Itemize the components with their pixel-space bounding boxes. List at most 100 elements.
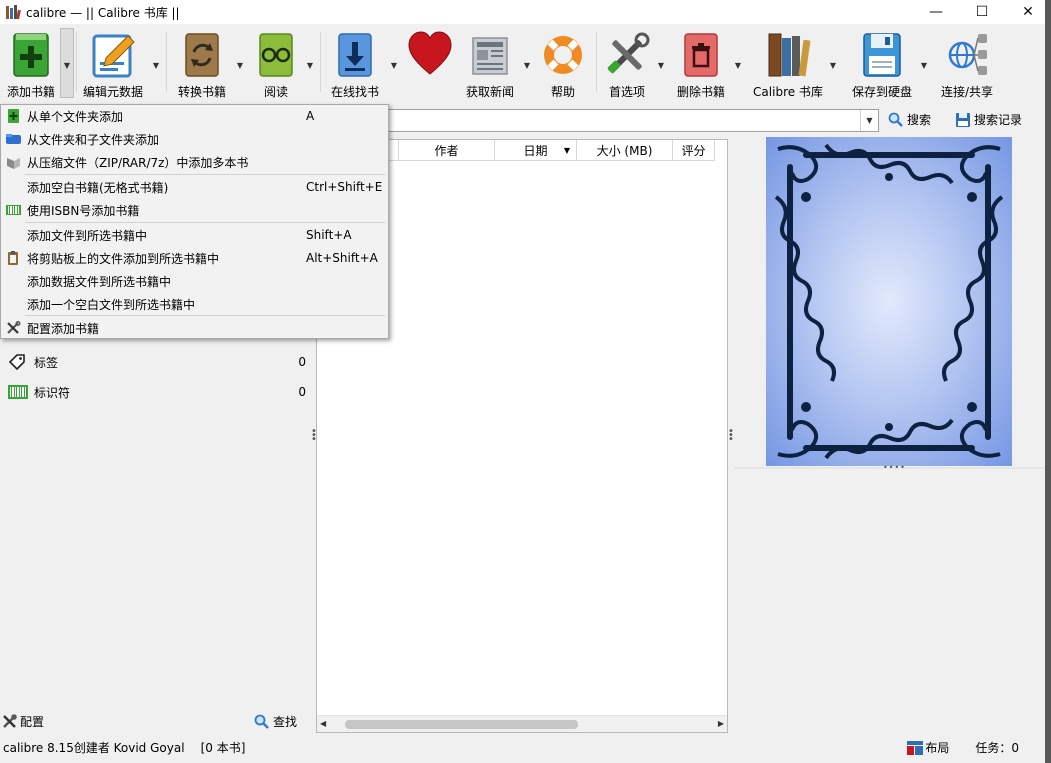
tag-browser-label-tags: 标签 bbox=[34, 355, 59, 370]
remove-books-label: 删除书籍 bbox=[676, 85, 725, 99]
convert-book-dropdown-arrow[interactable]: ▼ bbox=[235, 60, 245, 70]
calibre-logo-icon bbox=[6, 5, 21, 20]
library-books-icon bbox=[768, 33, 811, 77]
fetch-news-button[interactable]: 获取新闻 bbox=[462, 26, 518, 102]
configure-tag-browser-button[interactable]: 配置 bbox=[2, 713, 44, 730]
menu-item-add-empty-book[interactable]: 添加空白书籍(无格式书籍) Ctrl+Shift+E bbox=[1, 176, 388, 198]
scroll-right-icon[interactable]: ▶ bbox=[718, 719, 724, 728]
find-books-online-button[interactable]: 在线找书 bbox=[326, 26, 384, 102]
status-version-text: calibre 8.15创建者 Kovid Goyal bbox=[3, 740, 185, 755]
saved-searches-label: 搜索记录 bbox=[974, 113, 1023, 127]
menu-item-add-from-clipboard[interactable]: 将剪贴板上的文件添加到所选书籍中 Alt+Shift+A bbox=[1, 247, 388, 269]
edit-metadata-button[interactable]: 编辑元数据 bbox=[80, 26, 146, 102]
convert-book-button[interactable]: 转换书籍 bbox=[172, 26, 232, 102]
fetch-news-dropdown-arrow[interactable]: ▼ bbox=[522, 60, 532, 70]
menu-item-add-from-single-folder[interactable]: 从单个文件夹添加 A bbox=[1, 105, 388, 127]
remove-books-dropdown-arrow[interactable]: ▼ bbox=[733, 60, 743, 70]
save-to-disk-label: 保存到硬盘 bbox=[851, 85, 912, 99]
read-book-button[interactable]: 阅读 bbox=[250, 26, 302, 102]
add-green-icon bbox=[8, 109, 19, 123]
menu-item-configure-add-books[interactable]: 配置添加书籍 bbox=[1, 317, 388, 339]
column-header-rating[interactable]: 评分 bbox=[673, 140, 715, 161]
menu-item-add-empty-file[interactable]: 添加一个空白文件到所选书籍中 bbox=[1, 293, 388, 315]
donate-heart-button[interactable] bbox=[404, 26, 456, 102]
search-button-label: 搜索 bbox=[907, 113, 932, 127]
find-in-tag-browser-button[interactable]: 查找 bbox=[254, 713, 297, 730]
menu-item-add-by-isbn[interactable]: 使用ISBN号添加书籍 bbox=[1, 199, 388, 221]
left-splitter-handle[interactable]: • • • bbox=[311, 427, 317, 445]
add-book-button[interactable]: 添加书籍 bbox=[2, 26, 60, 102]
menu-item-add-files-to-selected[interactable]: 添加文件到所选书籍中 Shift+A bbox=[1, 224, 388, 246]
tag-browser-item-tags[interactable]: 标签 0 bbox=[8, 351, 310, 373]
preferences-tools-icon bbox=[607, 32, 650, 74]
news-icon bbox=[472, 37, 508, 75]
configure-label: 配置 bbox=[20, 715, 45, 729]
find-label: 查找 bbox=[273, 715, 298, 729]
calibre-library-button[interactable]: Calibre 书库 bbox=[750, 26, 826, 102]
tag-browser-footer: 配置 查找 bbox=[0, 709, 313, 733]
column-header-date[interactable]: 日期 ▼ bbox=[495, 140, 577, 161]
convert-book-label: 转换书籍 bbox=[177, 85, 226, 99]
edit-metadata-dropdown-arrow[interactable]: ▼ bbox=[151, 60, 161, 70]
saved-searches-button[interactable]: 搜索记录 bbox=[955, 111, 1022, 128]
sort-arrow-icon: ▼ bbox=[563, 145, 570, 155]
search-icon bbox=[888, 112, 903, 127]
preferences-button[interactable]: 首选项 bbox=[600, 26, 654, 102]
tag-browser-label-identifiers: 标识符 bbox=[34, 385, 71, 400]
connect-share-button[interactable]: 连接/共享 bbox=[936, 26, 998, 102]
maximize-button[interactable]: ☐ bbox=[959, 0, 1005, 24]
read-book-label: 阅读 bbox=[263, 85, 288, 99]
preferences-dropdown-arrow[interactable]: ▼ bbox=[656, 60, 666, 70]
status-book-count: [0 本书] bbox=[200, 740, 246, 755]
status-bar: calibre 8.15创建者 Kovid Goyal [0 本书] 布局 任务… bbox=[0, 737, 1051, 757]
tag-browser-item-identifiers[interactable]: 标识符 0 bbox=[8, 381, 310, 403]
menu-item-add-from-archive[interactable]: 从压缩文件（ZIP/RAR/7z）中添加多本书 bbox=[1, 151, 388, 173]
find-books-online-dropdown-arrow[interactable]: ▼ bbox=[389, 60, 399, 70]
saved-search-icon bbox=[956, 112, 970, 127]
heart-icon bbox=[408, 31, 452, 75]
fetch-news-label: 获取新闻 bbox=[465, 85, 514, 99]
search-input[interactable]: ▼ bbox=[385, 109, 879, 132]
connect-share-label: 连接/共享 bbox=[940, 85, 994, 99]
calibre-library-label: Calibre 书库 bbox=[753, 85, 823, 99]
barcode-icon bbox=[6, 205, 21, 215]
column-header-size[interactable]: 大小 (MB) bbox=[577, 140, 673, 161]
search-button[interactable]: 搜索 bbox=[888, 111, 931, 128]
right-splitter-handle[interactable]: • • • bbox=[728, 427, 734, 445]
scroll-left-icon[interactable]: ◀ bbox=[320, 719, 326, 728]
search-history-dropdown[interactable]: ▼ bbox=[860, 110, 878, 131]
jobs-indicator[interactable]: 任务：0 bbox=[975, 739, 1019, 756]
remove-book-icon bbox=[684, 33, 718, 77]
help-button[interactable]: 帮助 bbox=[536, 26, 590, 102]
column-header-author[interactable]: 作者 bbox=[399, 140, 495, 161]
scrollbar-thumb[interactable] bbox=[345, 720, 578, 729]
save-to-disk-dropdown-arrow[interactable]: ▼ bbox=[919, 60, 929, 70]
menu-item-add-data-file[interactable]: 添加数据文件到所选书籍中 bbox=[1, 270, 388, 292]
tag-icon bbox=[8, 354, 25, 371]
cover-splitter-handle[interactable]: •••• bbox=[883, 463, 906, 472]
edit-metadata-icon bbox=[92, 34, 135, 78]
add-book-dropdown-arrow[interactable]: ▼ bbox=[62, 60, 72, 70]
tag-browser-count-identifiers: 0 bbox=[298, 385, 306, 399]
maximize-icon: ☐ bbox=[975, 4, 989, 20]
folder-blue-icon bbox=[6, 134, 21, 144]
read-book-dropdown-arrow[interactable]: ▼ bbox=[305, 60, 315, 70]
help-label: 帮助 bbox=[550, 85, 575, 99]
remove-books-button[interactable]: 删除书籍 bbox=[672, 26, 730, 102]
minimize-button[interactable]: — bbox=[913, 0, 959, 24]
save-to-disk-button[interactable]: 保存到硬盘 bbox=[848, 26, 916, 102]
add-book-icon bbox=[13, 33, 49, 77]
horizontal-scrollbar[interactable]: ◀ ▶ bbox=[317, 715, 727, 732]
chevron-down-icon: ▼ bbox=[866, 116, 873, 125]
convert-book-icon bbox=[185, 33, 219, 77]
menu-item-add-from-folders-recursive[interactable]: 从文件夹和子文件夹添加 bbox=[1, 128, 388, 150]
minimize-icon: — bbox=[929, 4, 943, 20]
calibre-library-dropdown-arrow[interactable]: ▼ bbox=[828, 60, 838, 70]
book-cover-placeholder bbox=[766, 137, 1012, 466]
layout-button[interactable]: 布局 bbox=[907, 739, 949, 756]
clipboard-icon bbox=[8, 251, 18, 265]
preferences-label: 首选项 bbox=[608, 85, 645, 99]
find-books-online-icon bbox=[338, 33, 372, 77]
layout-icon bbox=[907, 740, 924, 755]
add-books-menu: 从单个文件夹添加 A 从文件夹和子文件夹添加 从压缩文件（ZIP/RAR/7z）… bbox=[0, 104, 389, 339]
